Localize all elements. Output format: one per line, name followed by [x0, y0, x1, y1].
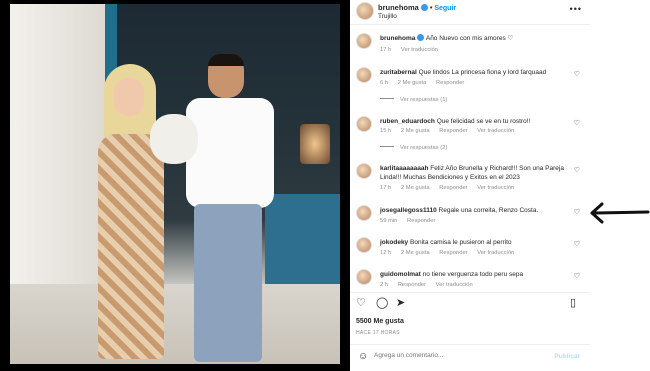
likes-count[interactable]: 5500 Me gusta — [356, 318, 404, 325]
reply-button[interactable]: Responder — [407, 218, 435, 224]
comment-meta: 12 h 2 Me gusta Responder Ver traducción — [380, 250, 522, 256]
publish-button[interactable]: Publicar — [554, 353, 580, 360]
caption-text: brunehoma Año Nuevo con mis amores ♡ — [380, 34, 570, 43]
heart-icon[interactable]: ♡ — [574, 240, 580, 248]
heart-icon[interactable]: ♡ — [574, 119, 580, 127]
heart-icon[interactable]: ♡ — [574, 166, 580, 174]
add-comment-bar: ☺ Publicar — [350, 345, 590, 371]
verified-icon — [417, 34, 425, 41]
replies-line — [380, 98, 394, 99]
replies-line — [380, 146, 394, 147]
comment-likes[interactable]: 2 Me gusta — [401, 128, 430, 134]
caption-meta: 17 h Ver traducción — [380, 47, 446, 53]
caption-username[interactable]: brunehoma — [380, 35, 415, 42]
post-photo[interactable] — [10, 4, 340, 364]
comment-username[interactable]: karlitaaaaaaaah — [380, 165, 428, 172]
heart-icon[interactable]: ♡ — [574, 70, 580, 78]
comment-username[interactable]: ruben_eduardoch — [380, 118, 435, 125]
reply-button[interactable]: Responder — [398, 282, 426, 288]
view-replies[interactable]: Ver respuestas (2) — [380, 145, 447, 151]
avatar[interactable] — [356, 205, 372, 221]
heart-icon[interactable]: ♡ — [574, 272, 580, 280]
view-replies[interactable]: Ver respuestas (1) — [380, 97, 447, 103]
comment-meta: 17 h 2 Me gusta Responder Ver traducción — [380, 185, 522, 191]
comment-meta: 15 h 2 Me gusta Responder Ver traducción — [380, 128, 522, 134]
avatar[interactable] — [356, 67, 372, 83]
caption-body: Año Nuevo con mis amores ♡ — [425, 35, 514, 42]
avatar[interactable] — [356, 163, 372, 179]
comment-translate[interactable]: Ver traducción — [436, 282, 473, 288]
avatar[interactable] — [356, 237, 372, 253]
comment-input[interactable] — [374, 352, 544, 359]
post-sidebar: brunehoma • Seguir Trujillo ••• brunehom… — [350, 0, 590, 371]
reply-button[interactable]: Responder — [436, 80, 464, 86]
comment-text: jokodeky Bonita camisa le pusieron al pe… — [380, 238, 570, 247]
arrow-annotation — [590, 202, 650, 224]
view-replies-label[interactable]: Ver respuestas (1) — [400, 97, 447, 103]
comment-time: 12 h — [380, 250, 392, 256]
caption-translate[interactable]: Ver traducción — [401, 47, 438, 53]
avatar[interactable] — [356, 116, 372, 132]
photo-frame — [0, 0, 350, 371]
divider — [350, 24, 590, 25]
header-username[interactable]: brunehoma — [378, 3, 419, 12]
more-icon[interactable]: ••• — [570, 4, 582, 14]
heart-icon[interactable]: ♡ — [574, 208, 580, 216]
reply-button[interactable]: Responder — [439, 250, 467, 256]
follow-button[interactable]: Seguir — [434, 5, 456, 12]
bookmark-icon[interactable]: ▯ — [570, 296, 576, 309]
caption-time: 17 h — [380, 47, 392, 53]
comment-text: josegallegoss1110 Regale una correita, R… — [380, 206, 570, 215]
comment-username[interactable]: jokodeky — [380, 239, 408, 246]
emoji-icon[interactable]: ☺ — [358, 351, 368, 362]
post-time: HACE 17 HORAS — [356, 330, 400, 336]
comment-translate[interactable]: Ver traducción — [477, 250, 514, 256]
divider — [350, 292, 590, 293]
comment-likes[interactable]: 2 Me gusta — [401, 250, 430, 256]
comment-body: Regale una correita, Renzo Costa. — [438, 207, 539, 214]
reply-button[interactable]: Responder — [439, 185, 467, 191]
comment-body: no tiene verguenza todo peru sepa — [422, 271, 524, 278]
comment-time: 6 h — [380, 80, 389, 86]
comment-likes[interactable]: 2 Me gusta — [401, 185, 430, 191]
avatar[interactable] — [356, 269, 372, 285]
comment-time: 15 h — [380, 128, 392, 134]
photo-floor — [10, 284, 340, 364]
comment-time: 17 h — [380, 185, 392, 191]
comment-icon[interactable]: ◯ — [376, 296, 388, 309]
share-icon[interactable]: ➤ — [396, 296, 405, 309]
photo-window-light — [300, 124, 330, 164]
header-user-line: brunehoma • Seguir — [378, 3, 456, 12]
comment-translate[interactable]: Ver traducción — [477, 128, 514, 134]
post-header: brunehoma • Seguir Trujillo ••• — [350, 0, 590, 24]
photo-woman — [90, 64, 170, 364]
comment-username[interactable]: josegallegoss1110 — [380, 207, 437, 214]
comment-text: ruben_eduardoch Que felicidad se ve en t… — [380, 117, 570, 126]
post-location[interactable]: Trujillo — [378, 13, 397, 20]
comment-translate[interactable]: Ver traducción — [477, 185, 514, 191]
comment-text: guidomolmat no tiene verguenza todo peru… — [380, 270, 570, 279]
comment-username[interactable]: guidomolmat — [380, 271, 421, 278]
avatar[interactable] — [356, 2, 374, 20]
comment-time: 2 h — [380, 282, 389, 288]
comment-meta: 59 min Responder — [380, 218, 443, 224]
verified-icon — [420, 4, 428, 11]
comment-body: Que felicidad se ve en tu rostro!! — [436, 118, 531, 125]
comment-meta: 6 h 2 Me gusta Responder — [380, 80, 472, 86]
photo-man — [180, 54, 280, 364]
post-actions: ♡ ◯ ➤ ▯ — [356, 296, 586, 312]
view-replies-label[interactable]: Ver respuestas (2) — [400, 145, 447, 151]
reply-button[interactable]: Responder — [439, 128, 467, 134]
comment-body: Bonita camisa le pusieron al perrito — [410, 239, 512, 246]
comment-text: zuritabernal Que lindos La princesa fion… — [380, 68, 570, 77]
comment-body: Que lindos La princesa fiona y lord farq… — [418, 69, 547, 76]
comment-likes[interactable]: 2 Me gusta — [398, 80, 427, 86]
comment-time: 59 min — [380, 218, 398, 224]
comment-username[interactable]: zuritabernal — [380, 69, 417, 76]
heart-icon[interactable]: ♡ — [356, 296, 366, 309]
comment-text: karlitaaaaaaaah Feliz Año Brunella y Ric… — [380, 164, 570, 182]
comment-meta: 2 h Responder Ver traducción — [380, 282, 481, 288]
photo-dog — [150, 114, 198, 164]
avatar[interactable] — [356, 33, 372, 49]
